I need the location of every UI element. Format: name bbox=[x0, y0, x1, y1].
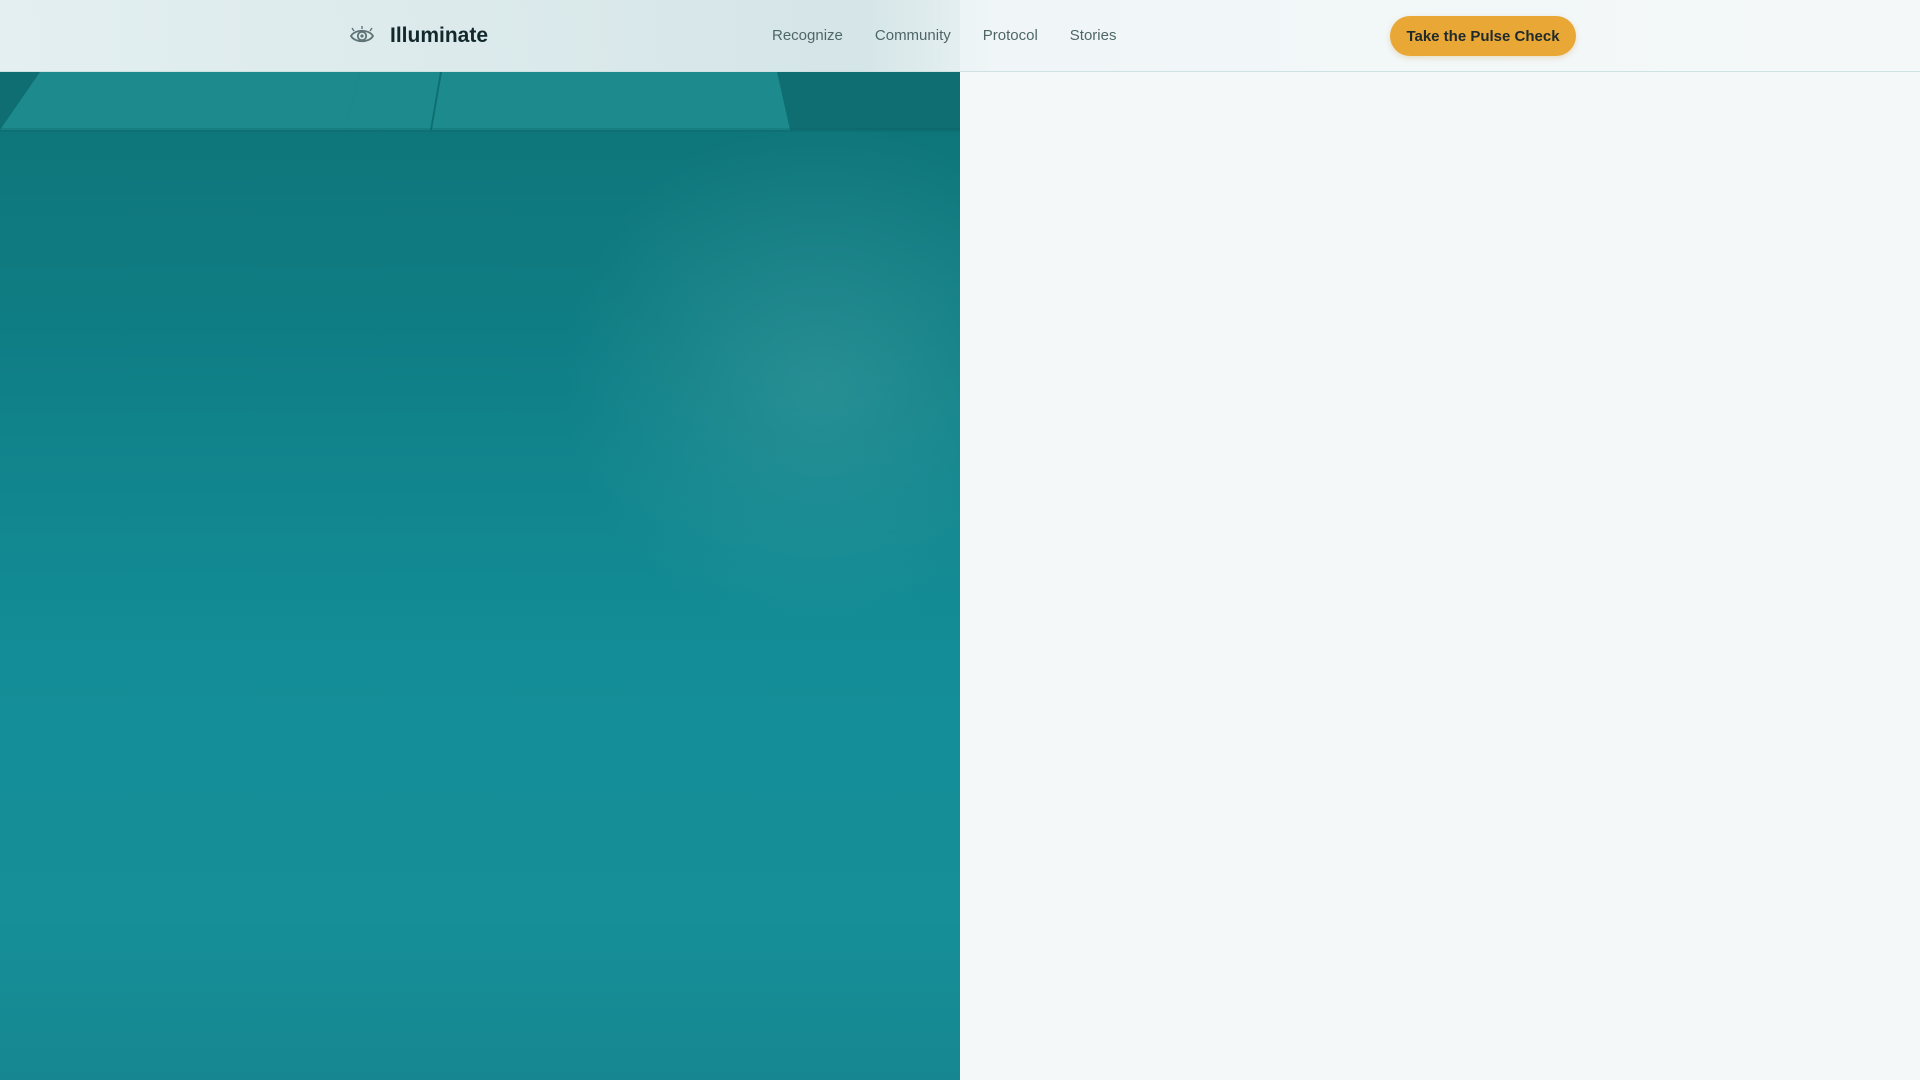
nav-link-stories[interactable]: Stories bbox=[1070, 26, 1117, 46]
hero-floor-panel bbox=[0, 72, 360, 130]
brand-logo-link[interactable]: Illuminate bbox=[348, 22, 488, 50]
hero-image-panel bbox=[0, 0, 960, 1080]
hero-light-glow bbox=[560, 120, 960, 640]
pulse-check-button[interactable]: Take the Pulse Check bbox=[1390, 16, 1576, 56]
main-nav: Recognize Community Protocol Stories bbox=[772, 26, 1116, 46]
nav-link-community[interactable]: Community bbox=[875, 26, 951, 46]
nav-link-protocol[interactable]: Protocol bbox=[983, 26, 1038, 46]
hero-floor-panel bbox=[345, 72, 440, 130]
landing-page: Illuminate Recognize Community Protocol … bbox=[0, 0, 1920, 1080]
nav-link-recognize[interactable]: Recognize bbox=[772, 26, 843, 46]
hero-content-panel bbox=[960, 0, 1920, 1080]
brand-name: Illuminate bbox=[390, 24, 489, 47]
site-header: Illuminate Recognize Community Protocol … bbox=[0, 0, 1920, 72]
eye-icon bbox=[348, 22, 376, 50]
hero-floor-panel bbox=[432, 72, 790, 130]
